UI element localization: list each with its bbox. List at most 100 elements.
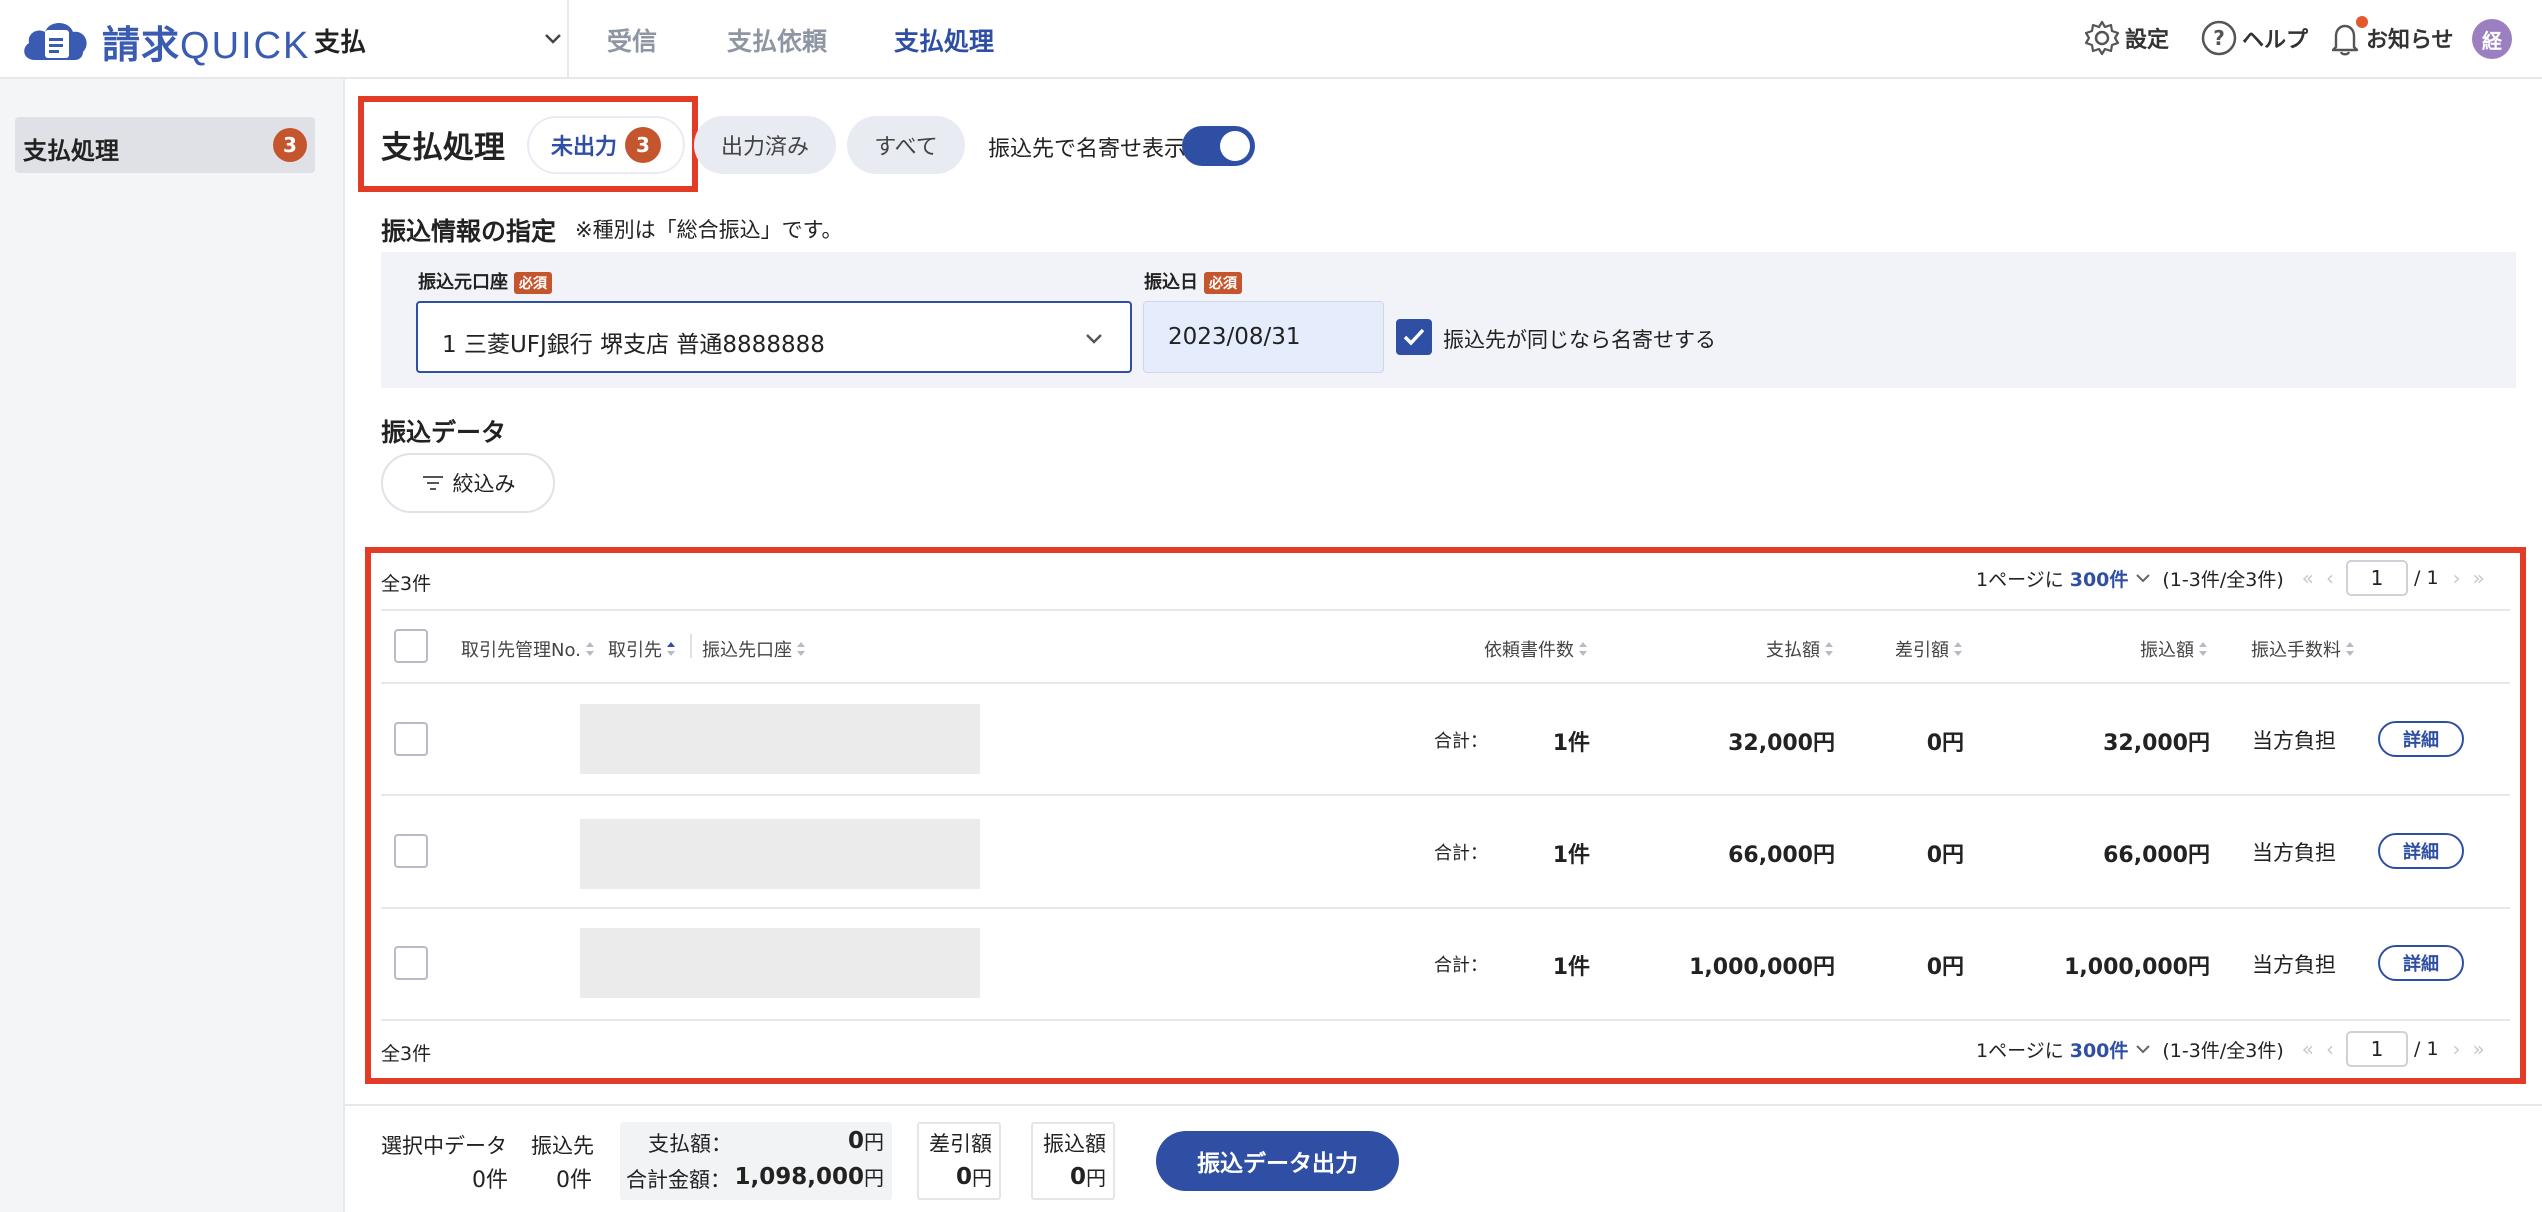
transfer-date-input[interactable]: 2023/08/31 bbox=[1143, 301, 1384, 373]
sort-icon bbox=[2346, 642, 2354, 656]
transfer-info-title: 振込情報の指定 bbox=[381, 217, 557, 246]
per-page-select[interactable]: 300件 bbox=[2070, 565, 2129, 592]
row-checkbox[interactable] bbox=[394, 834, 428, 868]
help-icon: ? bbox=[2201, 20, 2237, 56]
column-label: 振込手数料 bbox=[2251, 640, 2341, 661]
per-page-prefix: 1ページに bbox=[1976, 1039, 2064, 1062]
tab-exported[interactable]: 出力済み bbox=[694, 116, 836, 174]
row-deduction: 0円 bbox=[1926, 955, 1964, 980]
column-label: 取引先管理No. bbox=[461, 640, 581, 661]
account-field-label: 振込元口座 必須 bbox=[418, 268, 552, 294]
column-header-doc-count[interactable]: 依頼書件数 bbox=[1484, 636, 1588, 662]
merge-checkbox[interactable] bbox=[1396, 319, 1432, 355]
total-count: 全3件 bbox=[381, 573, 432, 595]
cloud-document-icon bbox=[24, 23, 87, 60]
row-transfer: 66,000円 bbox=[2103, 843, 2210, 868]
logo-latin: QUICK bbox=[180, 25, 311, 67]
row-payment: 66,000円 bbox=[1728, 843, 1835, 868]
yen-unit: 円 bbox=[864, 1166, 884, 1190]
tab-all[interactable]: すべて bbox=[847, 116, 965, 174]
column-header-transfer[interactable]: 振込額 bbox=[2140, 636, 2208, 662]
sidebar-item-payment-processing[interactable]: 支払処理 3 bbox=[15, 117, 315, 173]
first-page-icon[interactable]: « bbox=[2302, 566, 2314, 590]
per-page-select[interactable]: 300件 bbox=[2070, 1036, 2129, 1063]
tab-unexported[interactable]: 未出力 3 bbox=[527, 116, 685, 174]
last-page-icon[interactable]: » bbox=[2473, 566, 2485, 590]
total-amount-label: 合計金額： bbox=[626, 1168, 731, 1192]
required-badge: 必須 bbox=[514, 272, 552, 294]
column-header-partner[interactable]: 取引先 bbox=[608, 636, 676, 662]
prev-page-icon[interactable]: ‹ bbox=[2326, 566, 2334, 590]
account-label: 振込元口座 bbox=[418, 272, 508, 293]
merge-checkbox-label: 振込先が同じなら名寄せする bbox=[1443, 328, 1716, 352]
deduction-value: 0 bbox=[955, 1163, 972, 1190]
app-header: 請求QUICK 支払 受信 支払依頼 支払処理 設定 ? ヘルプ お知らせ 経 bbox=[0, 0, 2542, 79]
select-all-checkbox[interactable] bbox=[394, 629, 428, 663]
row-doc-count: 1件 bbox=[1552, 843, 1590, 868]
page-total: / 1 bbox=[2414, 1038, 2439, 1060]
next-page-icon[interactable]: › bbox=[2453, 566, 2461, 590]
row-transfer: 1,000,000円 bbox=[2064, 955, 2210, 980]
check-icon bbox=[1403, 328, 1425, 346]
redacted-partner-info bbox=[580, 704, 980, 774]
column-header-deduction[interactable]: 差引額 bbox=[1895, 636, 1963, 662]
deduction-label: 差引額 bbox=[929, 1132, 992, 1156]
header-divider bbox=[567, 0, 569, 78]
column-header-account[interactable]: 振込先口座 bbox=[702, 636, 806, 662]
sort-icon bbox=[2199, 642, 2207, 656]
toggle-knob bbox=[1220, 131, 1250, 161]
page-total: / 1 bbox=[2414, 567, 2439, 589]
filter-label: 絞込み bbox=[452, 472, 516, 496]
last-page-icon[interactable]: » bbox=[2473, 1037, 2485, 1061]
page-range: (1-3件/全3件) bbox=[2162, 568, 2284, 591]
payee-value: 0件 bbox=[556, 1168, 592, 1193]
row-deduction: 0円 bbox=[1926, 843, 1964, 868]
avatar[interactable]: 経 bbox=[2472, 19, 2512, 59]
pagination-bottom: 1ページに 300件 (1-3件/全3件) « ‹ 1 / 1 › » bbox=[1976, 1031, 2491, 1067]
module-select[interactable]: 支払 bbox=[314, 0, 566, 78]
next-page-icon[interactable]: › bbox=[2453, 1037, 2461, 1061]
sort-icon bbox=[797, 642, 805, 656]
settings-button[interactable]: 設定 bbox=[2083, 16, 2169, 60]
page-number-input[interactable]: 1 bbox=[2346, 560, 2408, 596]
transfer-amount-label: 振込額 bbox=[1043, 1132, 1106, 1156]
notice-label: お知らせ bbox=[2366, 28, 2454, 53]
notice-button[interactable]: お知らせ bbox=[2328, 16, 2454, 60]
row-checkbox[interactable] bbox=[394, 946, 428, 980]
row-payment: 1,000,000円 bbox=[1689, 955, 1835, 980]
row-doc-count: 1件 bbox=[1552, 731, 1590, 756]
chevron-down-icon[interactable] bbox=[2132, 567, 2154, 589]
detail-button[interactable]: 詳細 bbox=[2378, 833, 2464, 869]
column-header-mgmt-no[interactable]: 取引先管理No. bbox=[461, 636, 595, 662]
filter-button[interactable]: 絞込み bbox=[381, 453, 555, 513]
chevron-down-icon[interactable] bbox=[2132, 1038, 2154, 1060]
total-amount: 1,098,000 円 bbox=[734, 1162, 885, 1191]
transfer-value: 0 bbox=[1069, 1163, 1086, 1190]
export-transfer-data-button[interactable]: 振込データ出力 bbox=[1156, 1131, 1399, 1191]
column-header-fee[interactable]: 振込手数料 bbox=[2251, 636, 2355, 662]
detail-button[interactable]: 詳細 bbox=[2378, 721, 2464, 757]
row-payment: 32,000円 bbox=[1728, 731, 1835, 756]
help-button[interactable]: ? ヘルプ bbox=[2200, 16, 2308, 60]
page-number-input[interactable]: 1 bbox=[2346, 1031, 2408, 1067]
nav-tab-inbox[interactable]: 受信 bbox=[607, 22, 657, 58]
row-checkbox[interactable] bbox=[394, 722, 428, 756]
chevron-down-icon bbox=[545, 34, 561, 44]
column-label: 振込額 bbox=[2140, 640, 2194, 661]
chevron-down-icon bbox=[1086, 334, 1102, 344]
column-header-payment[interactable]: 支払額 bbox=[1766, 636, 1834, 662]
nav-tab-payment-request[interactable]: 支払依頼 bbox=[727, 22, 827, 58]
source-account-select[interactable]: 1 三菱UFJ銀行 堺支店 普通8888888 bbox=[416, 301, 1132, 373]
group-display-toggle[interactable] bbox=[1182, 126, 1255, 166]
total-amount-value: 1,098,000 bbox=[734, 1163, 865, 1190]
first-page-icon[interactable]: « bbox=[2302, 1037, 2314, 1061]
sort-icon bbox=[585, 642, 594, 656]
filter-icon bbox=[422, 476, 443, 490]
nav-tab-payment-processing[interactable]: 支払処理 bbox=[894, 22, 994, 58]
row-fee: 当方負担 bbox=[2252, 729, 2336, 753]
payee-label: 振込先 bbox=[531, 1134, 594, 1158]
prev-page-icon[interactable]: ‹ bbox=[2326, 1037, 2334, 1061]
row-sum-label: 合計： bbox=[1434, 843, 1488, 864]
settings-label: 設定 bbox=[2125, 28, 2170, 53]
detail-button[interactable]: 詳細 bbox=[2378, 945, 2464, 981]
